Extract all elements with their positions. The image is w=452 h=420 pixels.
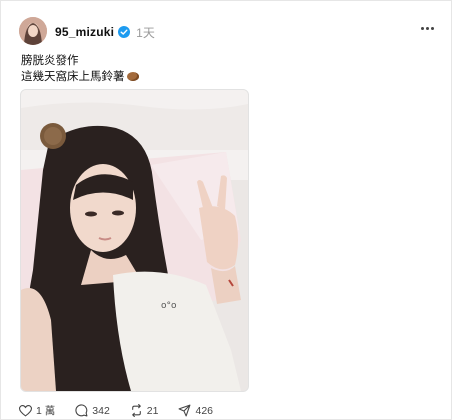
like-button[interactable]: 1 萬 [19,403,55,418]
comment-icon [75,404,88,417]
post-card: 95_mizuki 1天 膀胱炎發作 這幾天窩床上馬鈴薯 o°o 1 萬 342… [0,0,452,420]
post-text-line-2-wrap: 這幾天窩床上馬鈴薯 [21,69,139,85]
post-photo[interactable]: o°o [20,89,249,392]
avatar-image [19,17,47,45]
svg-text:o°o: o°o [161,301,177,311]
comment-count: 342 [92,404,110,417]
post-text: 膀胱炎發作 這幾天窩床上馬鈴薯 [21,53,139,85]
verified-icon [118,26,131,38]
repost-icon [131,404,141,417]
post-header: 95_mizuki 1天 [55,23,155,41]
repost-button[interactable]: 21 [130,404,159,417]
more-icon[interactable] [421,27,435,31]
post-text-line-2: 這幾天窩床上馬鈴薯 [21,71,125,83]
photo-illustration: o°o [21,90,248,391]
username[interactable]: 95_mizuki [55,25,114,39]
post-time: 1天 [136,25,155,40]
like-count: 1 萬 [36,405,56,417]
post-text-line-1: 膀胱炎發作 [21,55,79,67]
action-bar: 1 萬 342 21 426 [19,403,233,418]
comment-button[interactable]: 342 [75,404,110,417]
share-icon [179,404,191,417]
heart-icon [19,404,32,417]
share-button[interactable]: 426 [178,404,213,417]
potato-emoji [126,72,139,81]
repost-count: 21 [146,404,159,417]
share-count: 426 [195,404,214,417]
avatar[interactable] [19,17,47,45]
